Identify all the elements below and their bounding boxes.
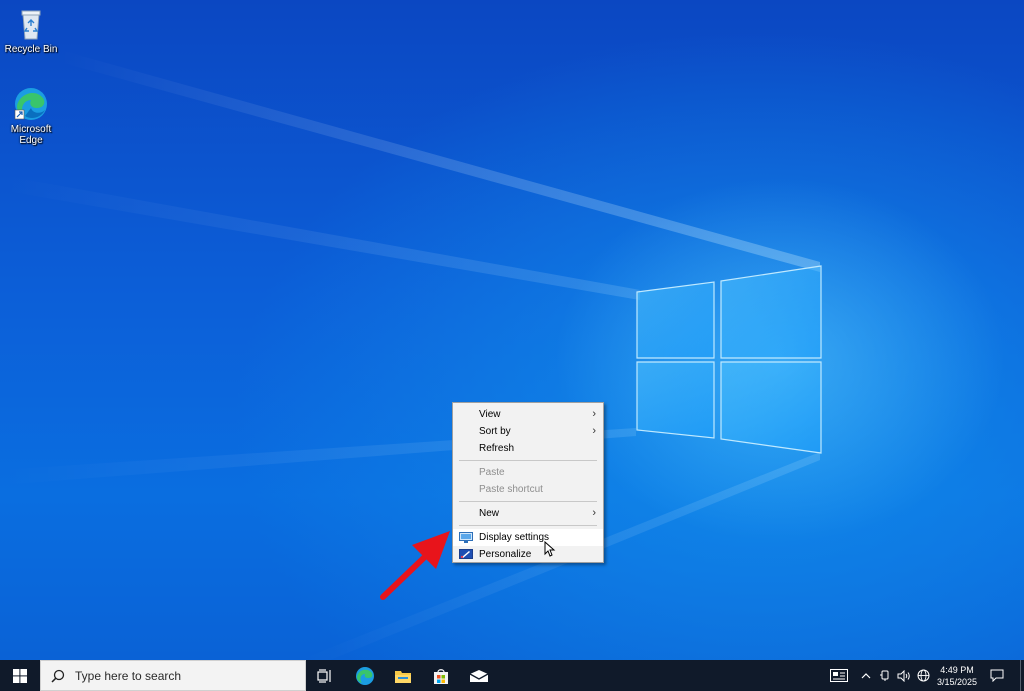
volume-button[interactable] xyxy=(895,660,913,691)
menu-separator xyxy=(459,525,597,526)
menu-item-view[interactable]: View › xyxy=(453,406,603,423)
red-arrow-annotation xyxy=(380,531,450,600)
personalize-icon xyxy=(459,549,473,560)
menu-item-new[interactable]: New › xyxy=(453,505,603,522)
taskbar-search-box[interactable]: Type here to search xyxy=(40,660,306,691)
store-icon xyxy=(434,668,448,684)
menu-item-label: New xyxy=(479,508,500,519)
menu-item-paste-shortcut[interactable]: Paste shortcut xyxy=(453,481,603,498)
desktop-icon-microsoft-edge[interactable]: Microsoft Edge xyxy=(0,86,62,146)
taskbar-file-explorer-button[interactable] xyxy=(386,660,420,691)
menu-item-paste[interactable]: Paste xyxy=(453,464,603,481)
notification-icon xyxy=(990,669,1004,682)
action-center-button[interactable] xyxy=(984,660,1010,691)
task-view-button[interactable] xyxy=(310,660,340,691)
display-icon xyxy=(459,532,473,543)
desktop-icon-label: Microsoft Edge xyxy=(10,124,52,146)
menu-item-label: Refresh xyxy=(479,443,515,454)
start-button[interactable] xyxy=(0,660,40,691)
menu-separator xyxy=(459,501,597,502)
search-icon xyxy=(51,669,65,683)
menu-item-label: Paste shortcut xyxy=(479,484,543,495)
file-explorer-icon xyxy=(395,670,411,683)
clock-date: 3/15/2025 xyxy=(936,676,978,687)
menu-item-label: Paste xyxy=(479,467,505,478)
globe-network-icon xyxy=(917,669,929,682)
menu-item-refresh[interactable]: Refresh xyxy=(453,440,603,457)
windows-start-icon xyxy=(13,668,27,683)
search-placeholder: Type here to search xyxy=(75,668,182,683)
task-view-icon xyxy=(317,668,331,683)
menu-item-label: Display settings xyxy=(479,532,550,543)
menu-item-label: Personalize xyxy=(479,549,532,560)
menu-item-personalize[interactable]: Personalize xyxy=(453,546,603,563)
desktop-icon-label: Recycle Bin xyxy=(4,44,58,55)
news-widget-button[interactable] xyxy=(826,660,852,691)
menu-item-label: View xyxy=(479,409,501,420)
show-hidden-icons-button[interactable] xyxy=(858,660,874,691)
desktop-icon-recycle-bin[interactable]: Recycle Bin xyxy=(0,6,62,55)
show-desktop-button[interactable] xyxy=(1020,660,1021,691)
menu-separator xyxy=(459,460,597,461)
news-icon xyxy=(830,669,848,682)
chevron-right-icon: › xyxy=(592,425,596,437)
clock-time: 4:49 PM xyxy=(940,664,974,675)
mouse-cursor-icon xyxy=(544,541,556,557)
edge-icon xyxy=(13,86,49,122)
desktop-context-menu: View › Sort by › Refresh Paste Paste sho… xyxy=(452,402,604,563)
edge-icon xyxy=(356,666,374,685)
network-button[interactable] xyxy=(914,660,932,691)
chevron-right-icon: › xyxy=(592,408,596,420)
speaker-icon xyxy=(897,669,910,682)
clock[interactable]: 4:49 PM 3/15/2025 xyxy=(934,660,980,691)
mail-icon xyxy=(469,669,489,682)
taskbar: Type here to search 4:49 PM 3/15/2025 xyxy=(0,660,1024,691)
menu-item-sort-by[interactable]: Sort by › xyxy=(453,423,603,440)
meet-now-icon xyxy=(880,670,889,681)
menu-item-label: Sort by xyxy=(479,426,511,437)
taskbar-store-button[interactable] xyxy=(424,660,458,691)
meet-now-button[interactable] xyxy=(877,660,893,691)
menu-item-display-settings[interactable]: Display settings xyxy=(453,529,603,546)
chevron-right-icon: › xyxy=(592,507,596,519)
recycle-bin-icon xyxy=(13,6,49,42)
taskbar-edge-button[interactable] xyxy=(348,660,382,691)
chevron-up-icon xyxy=(861,672,871,678)
taskbar-mail-button[interactable] xyxy=(462,660,496,691)
